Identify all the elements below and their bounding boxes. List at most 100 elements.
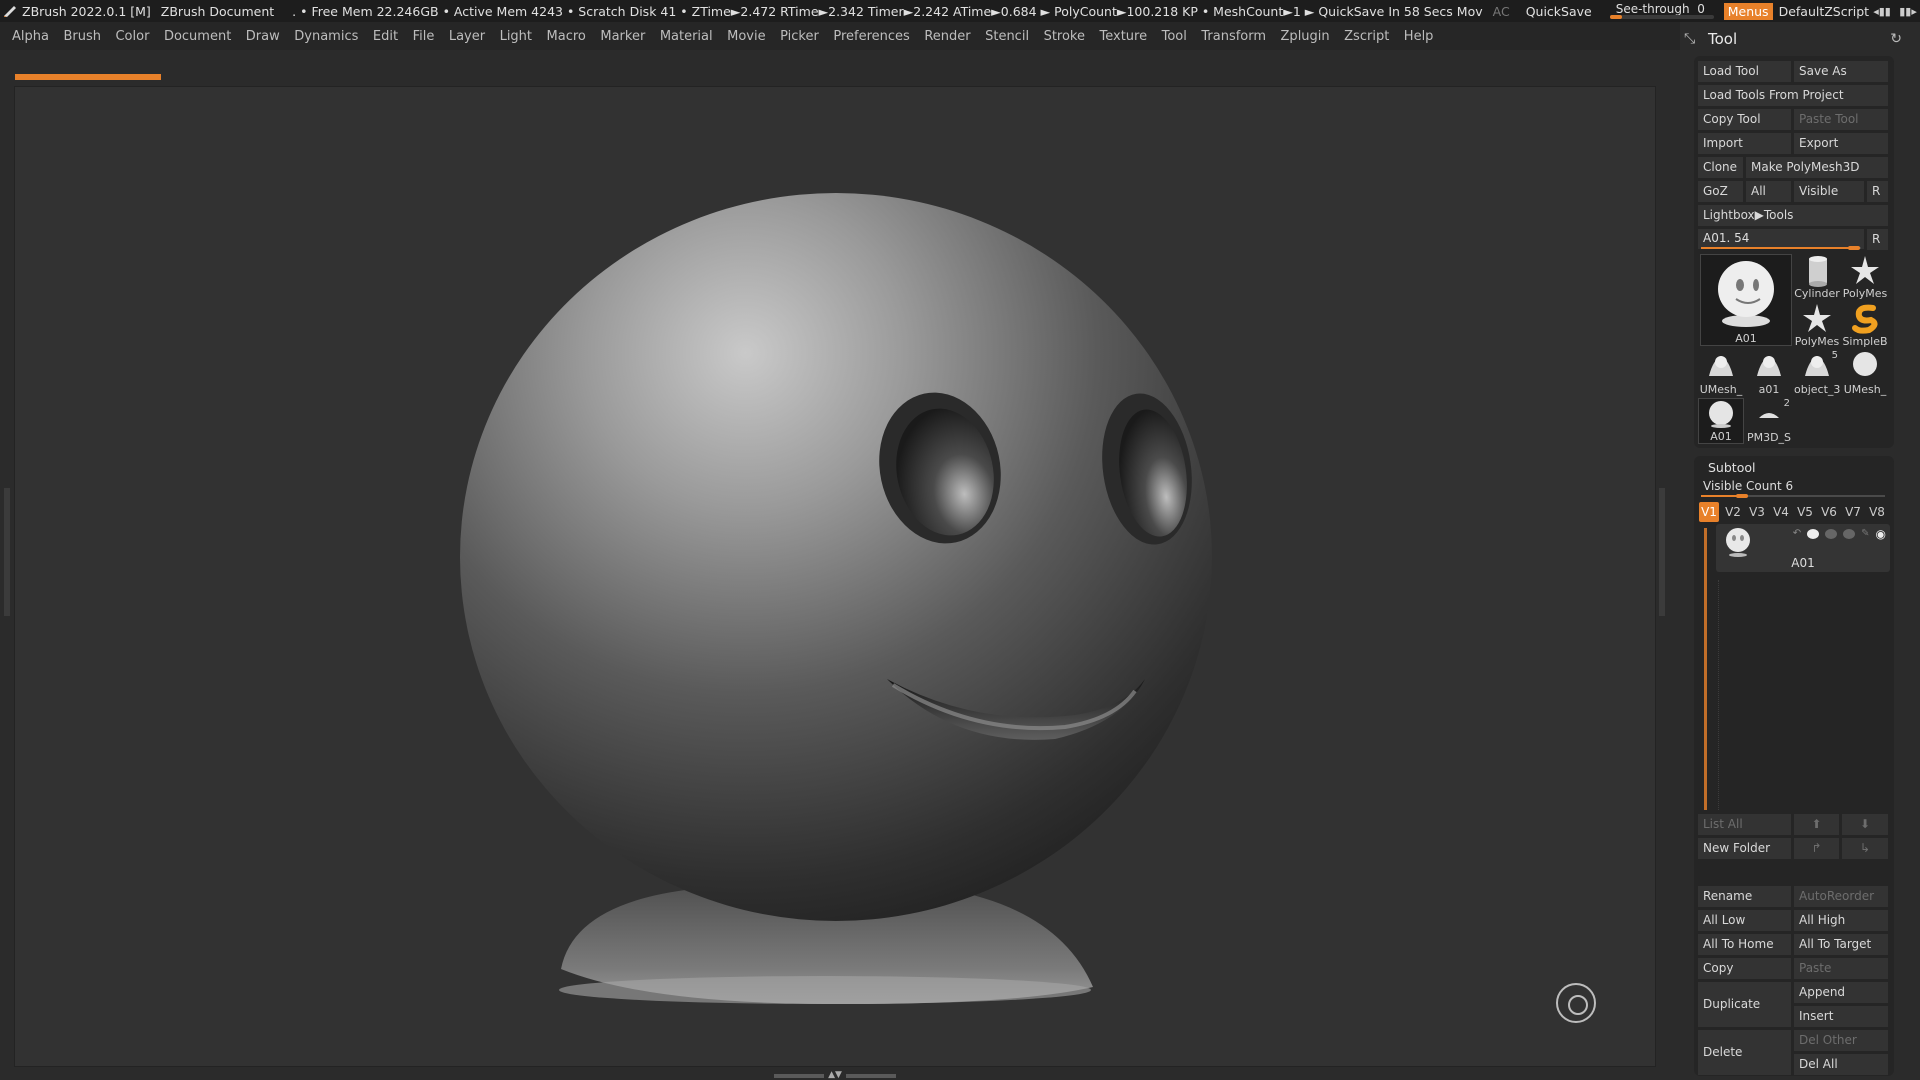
tool-thumb-polymesh-1[interactable]: PolyMes bbox=[1842, 254, 1888, 300]
tool-thumb-a01-active[interactable]: A01 bbox=[1700, 254, 1792, 346]
menu-zplugin[interactable]: Zplugin bbox=[1281, 29, 1330, 44]
menu-zscript[interactable]: Zscript bbox=[1344, 29, 1389, 44]
copy-tool-button[interactable]: Copy Tool bbox=[1698, 109, 1791, 130]
folder-exit-icon[interactable]: ↳ bbox=[1842, 838, 1888, 859]
left-tray-handle[interactable] bbox=[4, 488, 10, 616]
version-button-v5[interactable]: V5 bbox=[1795, 502, 1815, 522]
quicksave-button[interactable]: QuickSave bbox=[1526, 4, 1592, 19]
goz-r-button[interactable]: R bbox=[1867, 181, 1888, 202]
version-button-v4[interactable]: V4 bbox=[1771, 502, 1791, 522]
tool-thumb-polymesh-2[interactable]: PolyMes bbox=[1794, 302, 1840, 348]
menu-marker[interactable]: Marker bbox=[600, 29, 645, 44]
version-button-v6[interactable]: V6 bbox=[1819, 502, 1839, 522]
tool-thumb-object-3[interactable]: 5 object_3 bbox=[1794, 350, 1840, 396]
menu-draw[interactable]: Draw bbox=[246, 29, 280, 44]
save-as-button[interactable]: Save As bbox=[1794, 61, 1888, 82]
version-button-v7[interactable]: V7 bbox=[1843, 502, 1863, 522]
brush-icon[interactable]: ✎ bbox=[1861, 528, 1869, 539]
version-button-v8[interactable]: V8 bbox=[1867, 502, 1887, 522]
menu-color[interactable]: Color bbox=[115, 29, 149, 44]
load-tool-button[interactable]: Load Tool bbox=[1698, 61, 1791, 82]
new-folder-button[interactable]: New Folder bbox=[1698, 838, 1791, 859]
menu-tool[interactable]: Tool bbox=[1162, 29, 1187, 44]
arrow-icon[interactable]: ↶ bbox=[1793, 528, 1801, 539]
subtool-scrollbar[interactable] bbox=[1704, 528, 1707, 810]
see-through-slider[interactable]: See-through 0 bbox=[1609, 2, 1714, 20]
tool-thumb-umesh-2[interactable]: UMesh_ bbox=[1842, 350, 1888, 396]
dynamic-toggle-icon[interactable] bbox=[1843, 528, 1856, 539]
goz-visible-button[interactable]: Visible bbox=[1794, 181, 1864, 202]
list-all-button[interactable]: List All bbox=[1698, 814, 1791, 835]
menus-toggle-button[interactable]: Menus bbox=[1723, 2, 1773, 20]
import-button[interactable]: Import bbox=[1698, 133, 1791, 154]
layout-right-icon[interactable]: ▮▮▸ bbox=[1899, 3, 1917, 19]
goz-all-button[interactable]: All bbox=[1746, 181, 1791, 202]
paste-button[interactable]: Paste bbox=[1794, 958, 1888, 979]
menu-help[interactable]: Help bbox=[1404, 29, 1434, 44]
version-button-v1[interactable]: V1 bbox=[1699, 502, 1719, 522]
eye-icon[interactable]: ◉ bbox=[1876, 528, 1886, 540]
goz-button[interactable]: GoZ bbox=[1698, 181, 1743, 202]
tool-thumb-pm3d[interactable]: 2 PM3D_S bbox=[1746, 398, 1792, 444]
del-all-button[interactable]: Del All bbox=[1794, 1054, 1888, 1075]
tool-thumb-a01-selected[interactable]: A01 bbox=[1698, 398, 1744, 444]
menu-layer[interactable]: Layer bbox=[449, 29, 485, 44]
duplicate-button[interactable]: Duplicate bbox=[1698, 982, 1791, 1027]
bottom-tray-handle[interactable]: ▲▼ bbox=[770, 1071, 900, 1080]
menu-alpha[interactable]: Alpha bbox=[12, 29, 49, 44]
tool-thumb-a01-small[interactable]: a01 bbox=[1746, 350, 1792, 396]
load-tools-from-project-button[interactable]: Load Tools From Project bbox=[1698, 85, 1888, 106]
all-high-button[interactable]: All High bbox=[1794, 910, 1888, 931]
menu-transform[interactable]: Transform bbox=[1201, 29, 1266, 44]
make-polymesh3d-button[interactable]: Make PolyMesh3D bbox=[1746, 157, 1888, 178]
visible-count-slider[interactable]: Visible Count 6 bbox=[1698, 477, 1888, 498]
menu-material[interactable]: Material bbox=[660, 29, 713, 44]
menu-edit[interactable]: Edit bbox=[373, 29, 398, 44]
reset-icon[interactable]: ↻ bbox=[1890, 31, 1902, 47]
default-zscript-button[interactable]: DefaultZScript bbox=[1779, 4, 1870, 19]
subtool-item-a01[interactable]: ↶ ✎ ◉ A01 bbox=[1716, 524, 1890, 572]
menu-preferences[interactable]: Preferences bbox=[833, 29, 909, 44]
folder-move-icon[interactable]: ↱ bbox=[1794, 838, 1839, 859]
tool-thumb-simplebrush[interactable]: SimpleB bbox=[1842, 302, 1888, 348]
menu-document[interactable]: Document bbox=[164, 29, 231, 44]
move-down-icon[interactable]: ⬇ bbox=[1842, 814, 1888, 835]
all-to-home-button[interactable]: All To Home bbox=[1698, 934, 1791, 955]
menu-movie[interactable]: Movie bbox=[727, 29, 765, 44]
menu-stencil[interactable]: Stencil bbox=[985, 29, 1029, 44]
current-tool-slider[interactable]: A01. 54 bbox=[1698, 229, 1864, 250]
all-low-button[interactable]: All Low bbox=[1698, 910, 1791, 931]
right-tray-handle[interactable] bbox=[1659, 488, 1665, 616]
append-button[interactable]: Append bbox=[1794, 982, 1888, 1003]
move-up-icon[interactable]: ⬆ bbox=[1794, 814, 1839, 835]
paste-tool-button[interactable]: Paste Tool bbox=[1794, 109, 1888, 130]
delete-button[interactable]: Delete bbox=[1698, 1030, 1791, 1075]
menu-picker[interactable]: Picker bbox=[780, 29, 819, 44]
tool-thumb-cylinder[interactable]: Cylinder bbox=[1794, 254, 1840, 300]
menu-file[interactable]: File bbox=[413, 29, 435, 44]
del-other-button[interactable]: Del Other bbox=[1794, 1030, 1888, 1051]
export-button[interactable]: Export bbox=[1794, 133, 1888, 154]
menu-dynamics[interactable]: Dynamics bbox=[294, 29, 358, 44]
polypaint-toggle-icon[interactable] bbox=[1807, 528, 1820, 539]
insert-button[interactable]: Insert bbox=[1794, 1006, 1888, 1027]
current-tool-r-button[interactable]: R bbox=[1867, 229, 1888, 250]
menu-brush[interactable]: Brush bbox=[63, 29, 101, 44]
lightbox-tools-button[interactable]: Lightbox▶Tools bbox=[1698, 205, 1888, 226]
layout-left-icon[interactable]: ◂▮▮ bbox=[1873, 3, 1891, 19]
viewport-canvas[interactable] bbox=[14, 86, 1656, 1067]
pin-icon[interactable]: ⤡ bbox=[1684, 31, 1706, 47]
version-button-v2[interactable]: V2 bbox=[1723, 502, 1743, 522]
menu-macro[interactable]: Macro bbox=[547, 29, 586, 44]
subtool-title[interactable]: Subtool bbox=[1708, 460, 1755, 475]
menu-light[interactable]: Light bbox=[500, 29, 532, 44]
rename-button[interactable]: Rename bbox=[1698, 886, 1791, 907]
menu-stroke[interactable]: Stroke bbox=[1044, 29, 1085, 44]
material-toggle-icon[interactable] bbox=[1825, 528, 1838, 539]
clone-button[interactable]: Clone bbox=[1698, 157, 1743, 178]
copy-button[interactable]: Copy bbox=[1698, 958, 1791, 979]
tool-thumb-umesh-1[interactable]: UMesh_ bbox=[1698, 350, 1744, 396]
version-button-v3[interactable]: V3 bbox=[1747, 502, 1767, 522]
all-to-target-button[interactable]: All To Target bbox=[1794, 934, 1888, 955]
menu-render[interactable]: Render bbox=[924, 29, 970, 44]
